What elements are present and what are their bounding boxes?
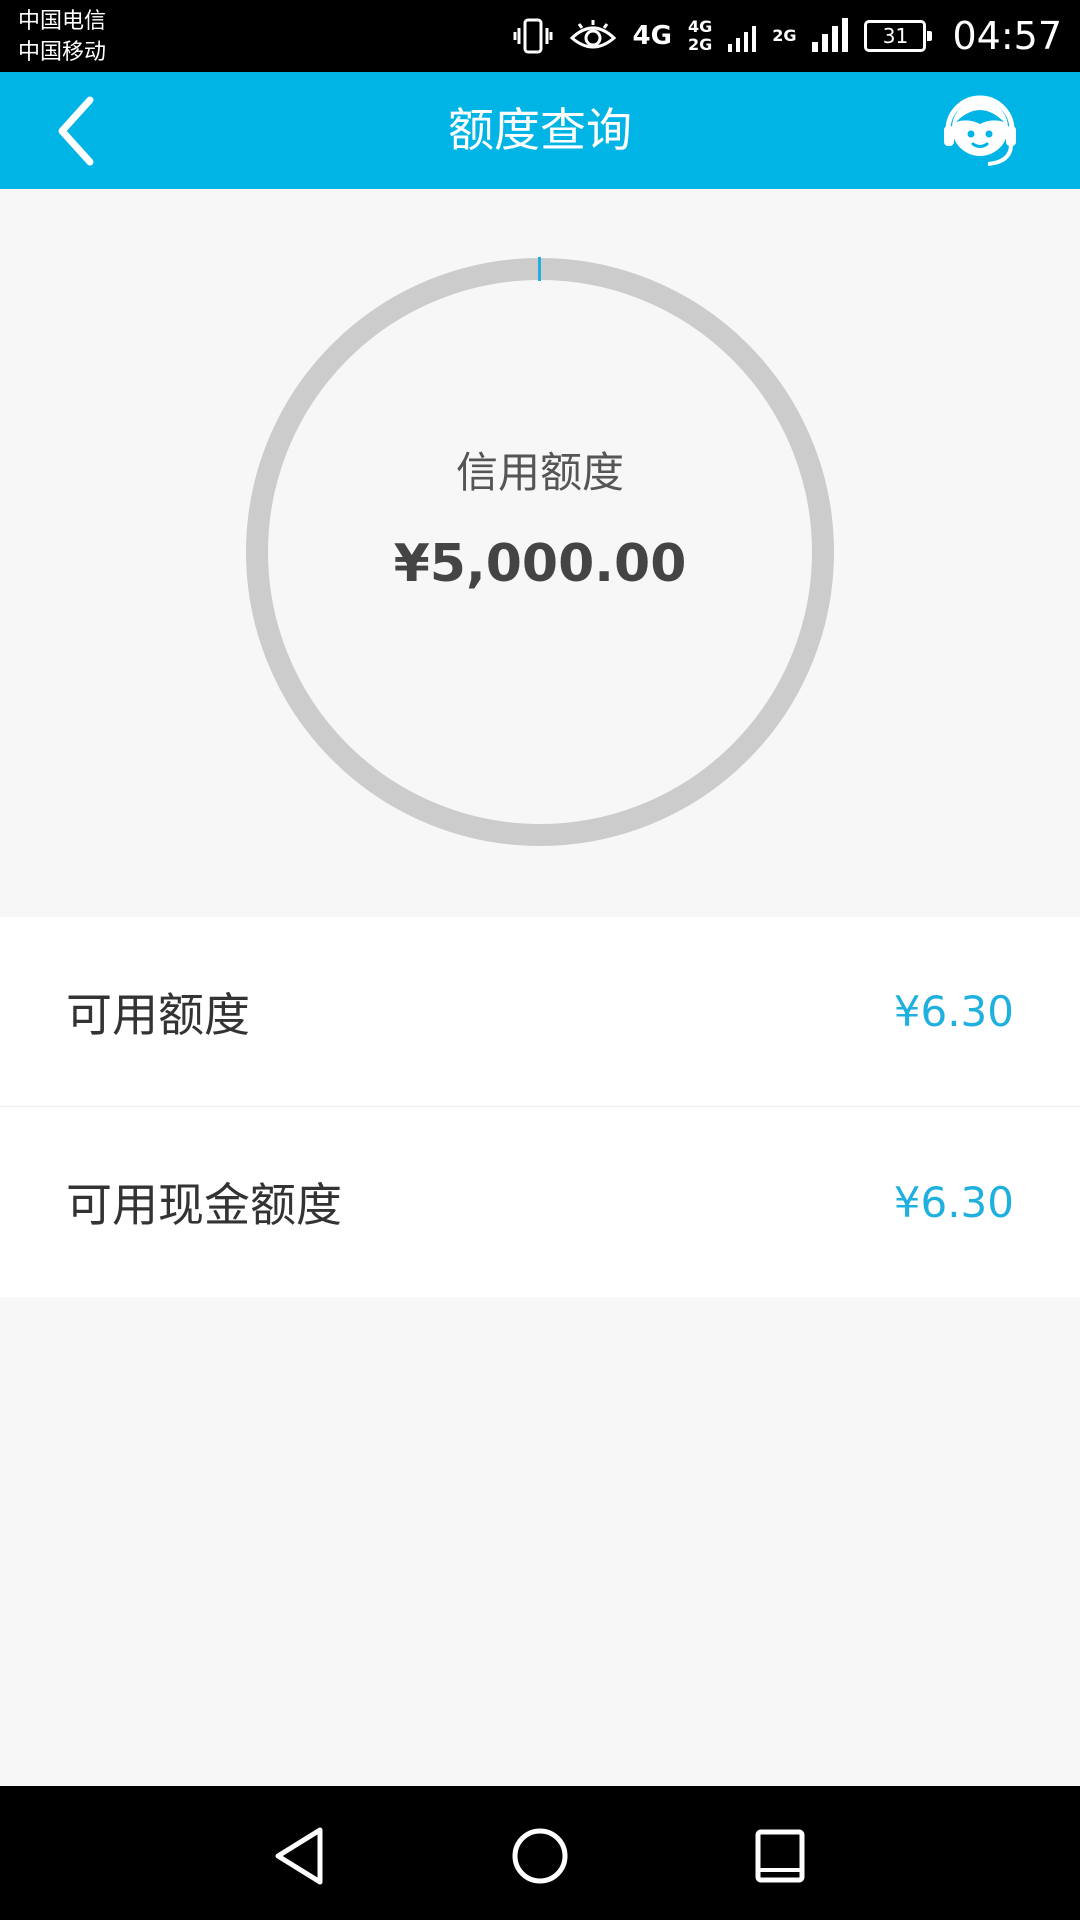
net-4g-small: 4G [687,17,713,36]
back-button[interactable] [50,94,120,168]
carrier-names: 中国电信 中国移动 [18,6,106,68]
credit-limit-amount: ¥5,000.00 [393,534,687,594]
row-value: ¥6.30 [893,1177,1014,1227]
page-title: 额度查询 [448,103,632,157]
system-nav-bar [0,1786,1080,1920]
eye-icon [569,20,616,49]
signal-2-icon [812,18,849,52]
vibrate-icon [513,18,553,54]
carrier-2: 中国移动 [18,40,107,65]
list-item-available-limit[interactable]: 可用额度 ¥6.30 [0,917,1080,1107]
nav-home-button[interactable] [510,1826,570,1886]
network-4g-label: 4G [632,21,672,51]
row-label: 可用现金额度 [66,1178,342,1232]
net-2g-small-b: 2G [772,26,797,45]
nav-back-button[interactable] [270,1826,330,1886]
app-bar: 额度查询 [0,72,1080,189]
triangle-back-icon [275,1827,323,1885]
row-value: ¥6.30 [893,987,1014,1036]
net-2g-small: 2G [687,35,713,54]
square-recents-icon [755,1829,805,1883]
credit-limit-label: 信用额度 [455,448,624,497]
network-dual-label: 4G 2G [688,18,712,54]
carrier-1: 中国电信 [18,9,107,34]
list-item-available-cash-limit[interactable]: 可用现金额度 ¥6.30 [0,1107,1080,1297]
clock: 04:57 [952,14,1062,58]
status-icons: 4G 4G 2G 2G 31 04:57 [513,0,1062,72]
credit-overview: 信用额度 ¥5,000.00 [0,189,1080,917]
circle-home-icon [512,1828,568,1884]
nav-recents-button[interactable] [750,1826,810,1886]
battery-icon: 31 [864,20,933,52]
limit-list: 可用额度 ¥6.30 可用现金额度 ¥6.30 [0,917,1080,1297]
status-bar: 中国电信 中国移动 4G 4G 2G 2G 31 04:57 [0,0,1080,72]
ring-progress-marker [538,257,541,281]
network-2g-label: 2G [772,27,796,45]
battery-level: 31 [882,24,909,48]
chevron-left-icon [58,96,94,166]
headset-icon [944,95,1016,166]
customer-service-button[interactable] [940,90,1020,170]
signal-icon [728,26,757,52]
row-label: 可用额度 [66,987,250,1042]
